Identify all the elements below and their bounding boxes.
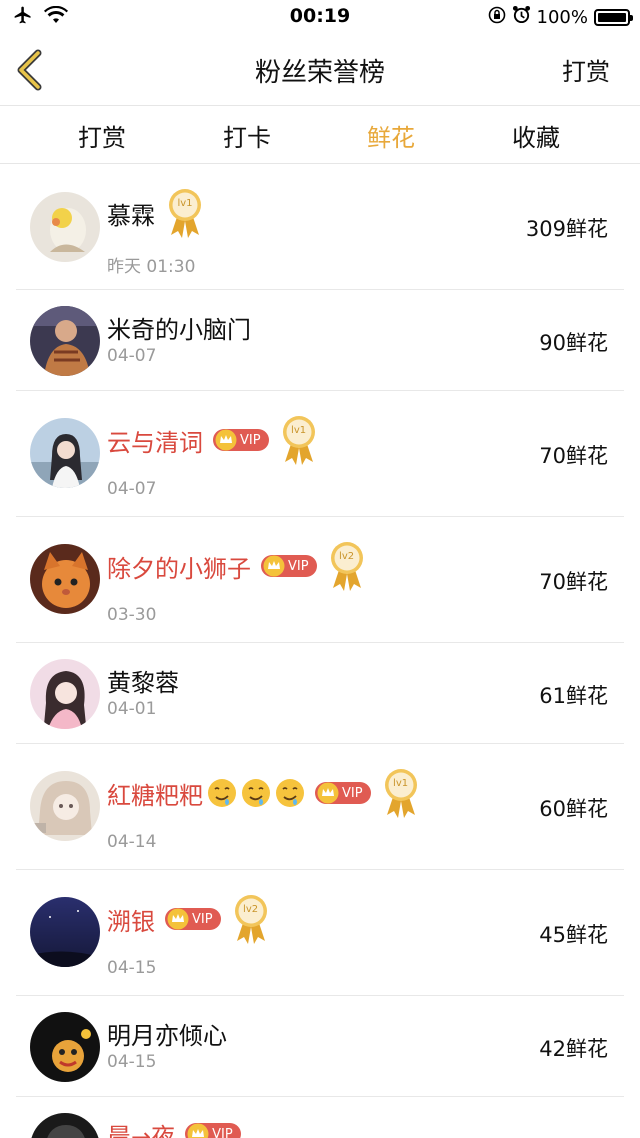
timestamp: 03-30 <box>107 605 157 625</box>
level-label: lv2 <box>243 904 259 915</box>
name-line: 晨→夜 VIP <box>107 1116 241 1138</box>
page-title: 粉丝荣誉榜 <box>254 58 385 88</box>
avatar[interactable] <box>30 897 100 967</box>
level-label: lv1 <box>177 198 193 209</box>
timestamp: 04-15 <box>107 1052 157 1072</box>
tip-button[interactable]: 打赏 <box>562 52 610 87</box>
timestamp: 04-15 <box>107 958 157 978</box>
level-label: lv2 <box>339 551 355 562</box>
name-line: 慕霖 lv1 <box>107 189 205 238</box>
nav-bar: 粉丝荣誉榜 打赏 <box>0 34 640 106</box>
list-item[interactable]: 晨→夜 VIP <box>16 1097 624 1138</box>
level-badge: lv1 <box>165 187 205 239</box>
drooling-face-icon <box>276 779 304 807</box>
flower-count: 45鲜花 <box>539 923 608 947</box>
timestamp: 昨天 01:30 <box>107 257 196 277</box>
timestamp: 04-07 <box>107 346 157 366</box>
vip-badge: VIP <box>315 782 371 804</box>
username: 紅糖粑粑 <box>107 781 203 810</box>
username: 慕霖 <box>107 201 155 230</box>
status-right: 100% <box>488 5 633 29</box>
orientation-lock-icon <box>488 6 506 29</box>
drooling-face-icon <box>208 779 236 807</box>
avatar[interactable] <box>30 306 100 376</box>
name-line: 明月亦倾心 <box>107 1015 227 1051</box>
avatar[interactable] <box>30 659 100 729</box>
tab-checkin[interactable]: 打卡 <box>187 118 307 153</box>
alarm-icon <box>512 5 531 29</box>
flower-count: 309鲜花 <box>525 217 608 241</box>
name-line: 除夕的小狮子 VIP lv2 <box>107 542 367 591</box>
flower-count: 90鲜花 <box>539 331 608 355</box>
crown-icon <box>317 782 339 804</box>
vip-badge: VIP <box>213 429 269 451</box>
vip-badge: VIP <box>165 908 221 930</box>
vip-badge: VIP <box>185 1123 241 1138</box>
status-bar: 00:19 100% <box>0 0 640 34</box>
level-badge: lv1 <box>381 767 421 819</box>
name-line: 云与清词 VIP lv1 <box>107 416 319 465</box>
tab-tip[interactable]: 打赏 <box>42 118 162 153</box>
flower-count: 70鲜花 <box>539 570 608 594</box>
tab-favorites[interactable]: 收藏 <box>476 118 596 153</box>
flower-count: 60鲜花 <box>539 797 608 821</box>
avatar[interactable] <box>30 1113 100 1138</box>
list-item[interactable]: 明月亦倾心 04-15 42鲜花 <box>16 996 624 1097</box>
timestamp: 04-07 <box>107 479 157 499</box>
name-line: 米奇的小脑门 <box>107 309 251 345</box>
tab-flowers[interactable]: 鲜花 <box>331 118 451 153</box>
username: 溯银 <box>107 907 155 936</box>
list-item[interactable]: 慕霖 lv1 昨天 01:30 309鲜花 <box>16 164 624 290</box>
flower-count: 42鲜花 <box>539 1037 608 1061</box>
crown-icon <box>187 1123 209 1138</box>
username: 云与清词 <box>107 428 203 457</box>
level-label: lv1 <box>393 778 409 789</box>
list-item[interactable]: 米奇的小脑门 04-07 90鲜花 <box>16 290 624 391</box>
list-item[interactable]: 黄黎蓉 04-01 61鲜花 <box>16 643 624 744</box>
username: 黄黎蓉 <box>107 668 179 697</box>
crown-icon <box>215 429 237 451</box>
level-badge: lv1 <box>279 414 319 466</box>
battery-percent: 100% <box>536 6 588 28</box>
emoji-group <box>207 778 305 808</box>
name-line: 紅糖粑粑 VIP lv1 <box>107 769 421 818</box>
username: 明月亦倾心 <box>107 1021 227 1050</box>
avatar[interactable] <box>30 418 100 488</box>
username: 米奇的小脑门 <box>107 315 251 344</box>
crown-icon <box>263 555 285 577</box>
username: 除夕的小狮子 <box>107 554 251 583</box>
level-badge: lv2 <box>327 540 367 592</box>
drooling-face-icon <box>242 779 270 807</box>
avatar[interactable] <box>30 771 100 841</box>
avatar[interactable] <box>30 1012 100 1082</box>
list-item[interactable]: 紅糖粑粑 VIP lv1 04-14 60鲜花 <box>16 744 624 870</box>
level-badge: lv2 <box>231 893 271 945</box>
avatar[interactable] <box>30 544 100 614</box>
battery-icon <box>594 8 633 26</box>
name-line: 溯银 VIP lv2 <box>107 895 271 944</box>
list-item[interactable]: 除夕的小狮子 VIP lv2 03-30 70鲜花 <box>16 517 624 643</box>
level-label: lv1 <box>291 425 307 436</box>
name-line: 黄黎蓉 <box>107 662 179 698</box>
timestamp: 04-14 <box>107 832 157 852</box>
flower-count: 61鲜花 <box>539 684 608 708</box>
timestamp: 04-01 <box>107 699 157 719</box>
vip-badge: VIP <box>261 555 317 577</box>
tab-bar: 打赏 打卡 鲜花 收藏 <box>0 106 640 164</box>
list-item[interactable]: 云与清词 VIP lv1 04-07 70鲜花 <box>16 391 624 517</box>
flower-count: 70鲜花 <box>539 444 608 468</box>
ranking-list: 慕霖 lv1 昨天 01:30 309鲜花 米奇的小脑门 04-07 90鲜花 … <box>16 164 624 1138</box>
list-item[interactable]: 溯银 VIP lv2 04-15 45鲜花 <box>16 870 624 996</box>
crown-icon <box>167 908 189 930</box>
username: 晨→夜 <box>107 1122 176 1138</box>
avatar[interactable] <box>30 192 100 262</box>
